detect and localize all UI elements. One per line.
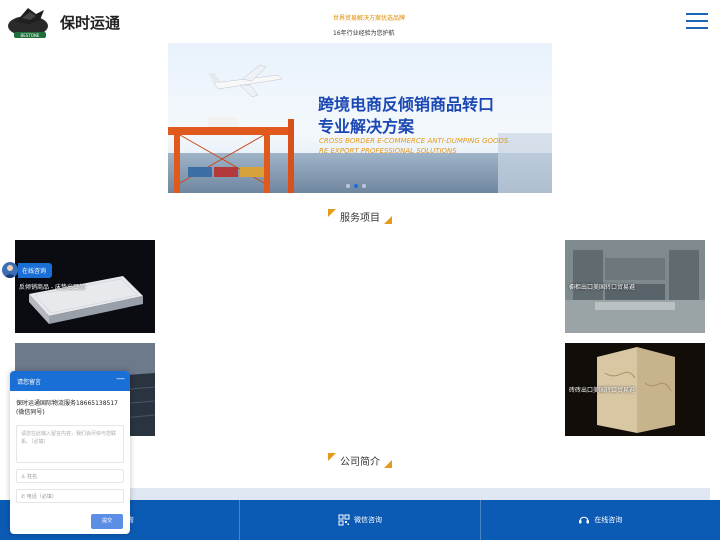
service-card-tile[interactable]: 砖砖出口美国转口贸易避 <box>565 343 705 436</box>
logo-text: BESTONE <box>21 33 40 38</box>
online-consult-bottom-label: 在线咨询 <box>594 516 623 524</box>
name-field-placeholder: 姓名 <box>27 474 38 480</box>
about-title: 公司简介 <box>340 457 380 468</box>
message-textarea-placeholder: 请您在此输入留言内容，我们会尽快与您联系。（必填） <box>21 431 117 445</box>
carousel-dot[interactable] <box>346 184 350 188</box>
service-card-label: 反倾销商品 - 床垫出口美 <box>19 284 85 291</box>
services-section-title: 服务项目 <box>0 209 720 224</box>
menu-icon[interactable] <box>686 13 708 29</box>
services-title: 服务项目 <box>340 213 380 224</box>
page: BESTONE 保时运通 世界贸易解决方案优选品牌 16年行业经验为您护航 跨境… <box>0 0 720 540</box>
corner-decoration <box>328 453 336 461</box>
wechat-consult-label: 微信咨询 <box>353 516 382 524</box>
service-card-label: 砖砖出口美国转口贸易避 <box>569 387 636 394</box>
corner-decoration <box>384 216 392 224</box>
hero-banner[interactable]: 跨境电商反倾销商品转口 专业解决方案 CROSS BORDER E-COMMER… <box>168 43 552 193</box>
qrcode-icon <box>338 514 350 526</box>
brand-name: 保时运通 <box>60 14 121 32</box>
name-field[interactable]: ♙ 姓名 <box>16 469 124 483</box>
headset-icon <box>579 516 590 524</box>
logo[interactable]: BESTONE <box>6 4 56 40</box>
message-widget: 请您留言 — 保时运通国际物流服务18665138517(微信同号) 请您在此输… <box>10 371 130 534</box>
message-textarea[interactable]: 请您在此输入留言内容，我们会尽快与您联系。（必填） <box>16 425 124 463</box>
service-card-cabinet[interactable]: 橱柜出口美国转口贸易避 <box>565 240 705 333</box>
minimize-icon[interactable]: — <box>116 374 125 384</box>
header: BESTONE 保时运通 世界贸易解决方案优选品牌 16年行业经验为您护航 <box>0 0 720 42</box>
submit-button[interactable]: 提交 <box>91 514 123 529</box>
service-card-mattress[interactable]: 反倾销商品 - 床垫出口美 <box>15 240 155 333</box>
message-widget-header: 请您留言 — <box>10 371 130 391</box>
user-icon: ♙ <box>21 474 26 480</box>
online-consult-label: 在线咨询 <box>18 262 53 278</box>
carousel-dots <box>346 184 366 188</box>
corner-decoration <box>384 460 392 468</box>
banner-subtitle-en-line1: CROSS BORDER E-COMMERCE ANTI-DUMPING GOO… <box>319 137 509 145</box>
phone-small-icon: ✆ <box>21 494 26 500</box>
agent-avatar <box>2 262 18 278</box>
phone-field-placeholder: 电话（必填） <box>26 494 57 500</box>
wechat-consult-button[interactable]: 微信咨询 <box>240 500 481 540</box>
phone-field[interactable]: ✆ 电话（必填） <box>16 489 124 503</box>
about-banner-strip <box>110 488 710 500</box>
subslogan: 16年行业经验为您护航 <box>333 30 395 37</box>
carousel-dot[interactable] <box>362 184 366 188</box>
carousel-dot-active[interactable] <box>354 184 358 188</box>
banner-title-line1: 跨境电商反倾销商品转口 <box>318 95 495 114</box>
slogan: 世界贸易解决方案优选品牌 <box>333 15 406 22</box>
message-widget-title: 请您留言 <box>17 379 42 386</box>
banner-subtitle-en-line2: RE EXPORT PROFESSIONAL SOLUTIONS <box>319 147 457 155</box>
banner-title-line2: 专业解决方案 <box>318 117 415 136</box>
message-widget-intro: 保时运通国际物流服务18665138517(微信同号) <box>16 400 118 416</box>
online-consult-button[interactable]: 在线咨询 <box>481 500 720 540</box>
corner-decoration <box>328 209 336 217</box>
online-consult-tag[interactable]: 在线咨询 <box>2 262 53 278</box>
service-card-label: 橱柜出口美国转口贸易避 <box>569 284 636 291</box>
